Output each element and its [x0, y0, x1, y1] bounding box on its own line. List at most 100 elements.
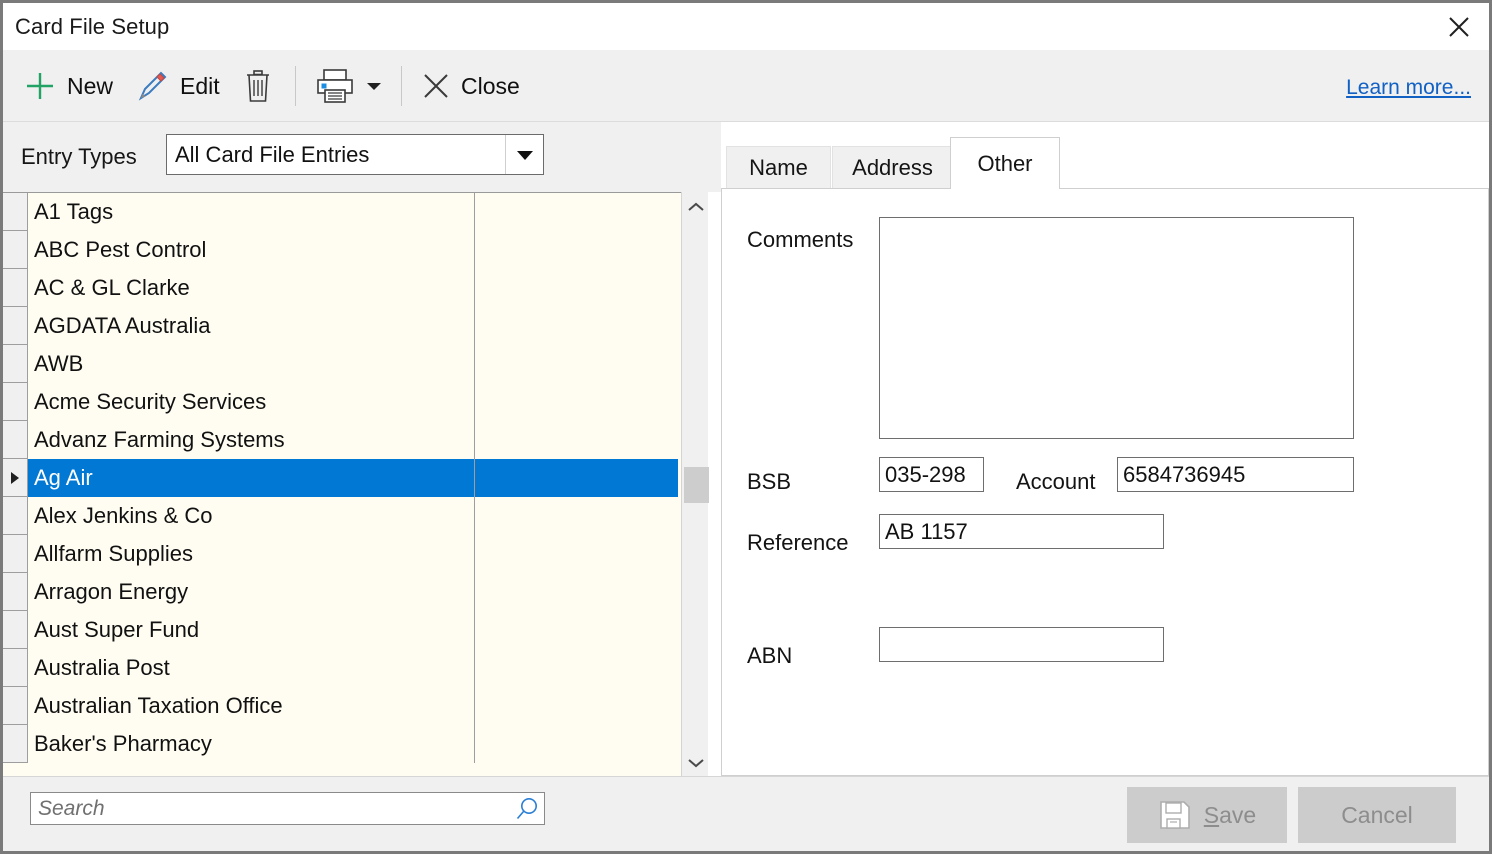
tab-address[interactable]: Address — [832, 146, 953, 189]
print-button[interactable] — [308, 50, 388, 122]
edit-button-label: Edit — [180, 72, 220, 99]
card-name-cell[interactable]: AGDATA Australia — [28, 307, 475, 345]
scroll-down-button[interactable] — [682, 748, 709, 778]
card-name-cell[interactable]: Ag Air — [28, 459, 475, 497]
card-secondary-cell[interactable] — [475, 231, 678, 269]
card-secondary-cell[interactable] — [475, 725, 678, 763]
table-row[interactable]: AGDATA Australia — [3, 307, 680, 345]
card-secondary-cell[interactable] — [475, 611, 678, 649]
edit-button[interactable]: Edit — [128, 50, 226, 122]
card-secondary-cell[interactable] — [475, 459, 678, 497]
row-selector[interactable] — [3, 383, 28, 421]
table-row[interactable]: Australia Post — [3, 649, 680, 687]
account-input[interactable]: 6584736945 — [1117, 457, 1354, 492]
table-row[interactable]: AC & GL Clarke — [3, 269, 680, 307]
card-secondary-cell[interactable] — [475, 421, 678, 459]
entry-types-select[interactable]: All Card File Entries — [166, 134, 544, 175]
entry-types-dropdown-button[interactable] — [505, 135, 543, 174]
card-secondary-cell[interactable] — [475, 345, 678, 383]
card-name-cell[interactable]: Advanz Farming Systems — [28, 421, 475, 459]
row-selector[interactable] — [3, 573, 28, 611]
card-secondary-cell[interactable] — [475, 535, 678, 573]
reference-input[interactable]: AB 1157 — [879, 514, 1164, 549]
list-vertical-scrollbar[interactable] — [681, 192, 709, 778]
table-row[interactable]: Ag Air — [3, 459, 680, 497]
scrollbar-thumb[interactable] — [684, 467, 709, 503]
table-row[interactable]: Arragon Energy — [3, 573, 680, 611]
cancel-button-label: Cancel — [1341, 801, 1413, 828]
search-button[interactable] — [510, 796, 544, 822]
learn-more-link[interactable]: Learn more... — [1346, 76, 1471, 100]
card-name-cell[interactable]: A1 Tags — [28, 193, 475, 231]
card-secondary-cell[interactable] — [475, 649, 678, 687]
search-field[interactable]: Search — [30, 792, 545, 825]
card-name-cell[interactable]: Alex Jenkins & Co — [28, 497, 475, 535]
card-name-cell[interactable]: Australian Taxation Office — [28, 687, 475, 725]
delete-button[interactable] — [235, 50, 281, 122]
table-row[interactable]: Acme Security Services — [3, 383, 680, 421]
bsb-input[interactable]: 035-298 — [879, 457, 984, 492]
tab-name-label: Name — [749, 155, 808, 180]
row-selector[interactable] — [3, 193, 28, 231]
search-input[interactable]: Search — [31, 797, 510, 821]
card-secondary-cell[interactable] — [475, 193, 678, 231]
chevron-down-icon — [367, 83, 381, 90]
row-selector[interactable] — [3, 231, 28, 269]
search-icon — [516, 797, 537, 819]
close-icon — [1449, 16, 1469, 37]
row-selector[interactable] — [3, 421, 28, 459]
new-button[interactable]: New — [17, 50, 119, 122]
row-selector[interactable] — [3, 459, 28, 497]
card-name-cell[interactable]: Baker's Pharmacy — [28, 725, 475, 763]
row-selector[interactable] — [3, 269, 28, 307]
card-name-cell[interactable]: Australia Post — [28, 649, 475, 687]
card-secondary-cell[interactable] — [475, 497, 678, 535]
row-selector[interactable] — [3, 535, 28, 573]
table-row[interactable]: AWB — [3, 345, 680, 383]
card-secondary-cell[interactable] — [475, 383, 678, 421]
comments-label: Comments — [747, 227, 854, 252]
card-name-cell[interactable]: Acme Security Services — [28, 383, 475, 421]
window-close-button[interactable] — [1429, 3, 1489, 50]
abn-input[interactable] — [879, 627, 1164, 662]
card-file-list-body: A1 Tags ABC Pest Control AC & GL Clarke AGD… — [3, 193, 680, 778]
row-selector[interactable] — [3, 725, 28, 763]
title-bar: Card File Setup — [3, 3, 1489, 50]
card-file-list[interactable]: A1 Tags ABC Pest Control AC & GL Clarke AGD… — [3, 192, 708, 778]
row-selector[interactable] — [3, 307, 28, 345]
table-row[interactable]: Allfarm Supplies — [3, 535, 680, 573]
table-row[interactable]: Advanz Farming Systems — [3, 421, 680, 459]
card-name-cell[interactable]: ABC Pest Control — [28, 231, 475, 269]
table-row[interactable]: Baker's Pharmacy — [3, 725, 680, 763]
tab-other[interactable]: Other — [950, 137, 1060, 189]
card-name-cell[interactable]: Allfarm Supplies — [28, 535, 475, 573]
abn-label: ABN — [747, 643, 793, 668]
card-name-cell[interactable]: AWB — [28, 345, 475, 383]
row-selector[interactable] — [3, 687, 28, 725]
toolbar-separator-2 — [401, 66, 402, 106]
card-secondary-cell[interactable] — [475, 573, 678, 611]
row-selector[interactable] — [3, 345, 28, 383]
tab-name[interactable]: Name — [726, 146, 831, 189]
card-secondary-cell[interactable] — [475, 687, 678, 725]
save-button[interactable]: Save — [1127, 787, 1287, 843]
comments-textarea[interactable] — [879, 217, 1354, 439]
row-selector[interactable] — [3, 497, 28, 535]
scroll-up-button[interactable] — [682, 192, 709, 222]
cancel-button[interactable]: Cancel — [1298, 787, 1456, 843]
table-row[interactable]: A1 Tags — [3, 193, 680, 231]
chevron-up-icon — [687, 202, 704, 211]
card-name-cell[interactable]: Arragon Energy — [28, 573, 475, 611]
toolbar-close-button[interactable]: Close — [415, 50, 526, 122]
card-secondary-cell[interactable] — [475, 307, 678, 345]
chevron-down-icon — [687, 759, 704, 768]
card-name-cell[interactable]: AC & GL Clarke — [28, 269, 475, 307]
card-name-cell[interactable]: Aust Super Fund — [28, 611, 475, 649]
table-row[interactable]: ABC Pest Control — [3, 231, 680, 269]
table-row[interactable]: Australian Taxation Office — [3, 687, 680, 725]
table-row[interactable]: Aust Super Fund — [3, 611, 680, 649]
row-selector[interactable] — [3, 649, 28, 687]
table-row[interactable]: Alex Jenkins & Co — [3, 497, 680, 535]
row-selector[interactable] — [3, 611, 28, 649]
card-secondary-cell[interactable] — [475, 269, 678, 307]
